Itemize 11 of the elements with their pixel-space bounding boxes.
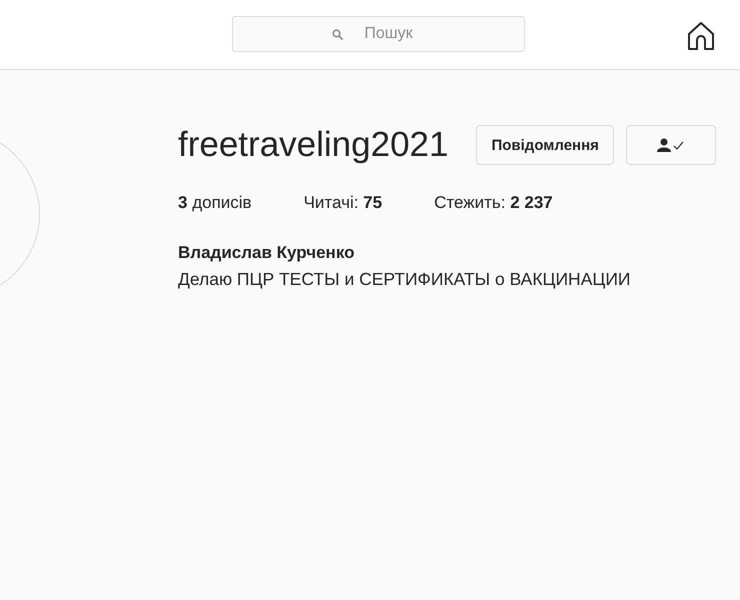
profile-stat[interactable]: Стежить: 2 237	[434, 193, 553, 213]
username: freetraveling2021	[178, 125, 448, 165]
person-check-icon	[656, 138, 685, 152]
message-button[interactable]: Повідомлення	[476, 125, 614, 165]
full-name: Владислав Курченко	[178, 243, 356, 263]
following-button[interactable]	[626, 125, 716, 165]
search-field[interactable]: Пошук	[232, 16, 525, 52]
bio-text: Делаю ПЦР ТЕСТЫ и СЕРТИФИКАТЫ о ВАКЦИНАЦИИ	[178, 269, 630, 290]
home-icon[interactable]	[686, 21, 716, 51]
profile-stat[interactable]: Читачі: 75	[304, 193, 382, 213]
profile-stat[interactable]: 3 дописів	[178, 193, 252, 213]
